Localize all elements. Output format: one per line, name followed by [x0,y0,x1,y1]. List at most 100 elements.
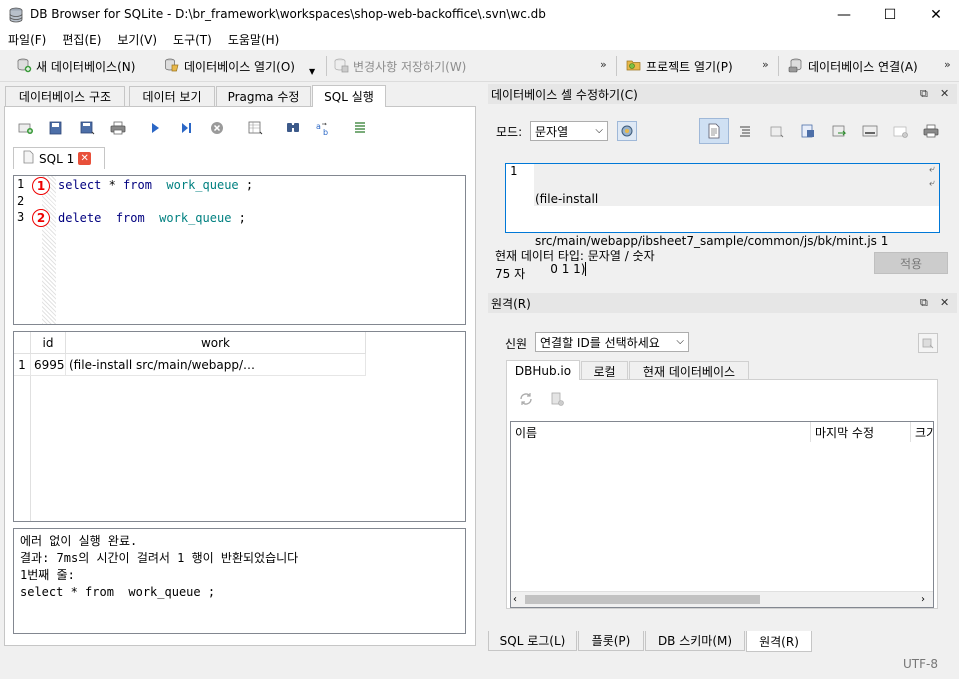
find-text-icon[interactable] [283,118,303,138]
menu-edit[interactable]: 편집(E) [54,30,109,50]
sql-terminator: ; [231,211,246,225]
open-database-label: 데이터베이스 열기(O) [184,59,295,74]
toolbar-separator [778,56,779,76]
clone-database-icon[interactable] [547,389,567,409]
toolbar-separator [326,56,327,76]
new-database-button[interactable]: 새 데이터베이스(N) [16,55,135,77]
toolbar-overflow-chevron[interactable]: » [600,58,607,71]
save-results-view-icon[interactable] [246,118,266,138]
current-data-type: 현재 데이터 타입: 문자열 / 숫자 [495,249,655,263]
tab-execute-sql[interactable]: SQL 실행 [312,85,386,107]
dock-close-icon[interactable]: ✕ [940,296,949,309]
sql-keyword: from [123,178,152,192]
execute-current-line-icon[interactable] [176,118,196,138]
sql-editor-tab[interactable]: SQL 1 ✕ [13,147,105,169]
attach-database-icon [788,57,804,76]
attach-database-label: 데이터베이스 연결(A) [808,59,918,74]
set-null-icon[interactable] [829,121,849,141]
remote-title: 원격(R) [491,296,531,311]
tab-browse-data[interactable]: 데이터 보기 [129,86,215,106]
attach-database-button[interactable]: 데이터베이스 연결(A) [788,55,918,77]
column-header-id[interactable]: id [31,332,66,354]
menu-file[interactable]: 파일(F) [0,30,54,50]
tab-database-structure[interactable]: 데이터베이스 구조 [5,86,125,106]
open-sql-file-icon[interactable] [46,118,66,138]
message-line: 결과: 7ms의 시간이 걸려서 1 행이 반환되었습니다 [20,551,299,565]
toolbar-overflow-chevron[interactable]: » [944,58,951,71]
dock-close-icon[interactable]: ✕ [940,87,949,100]
edit-cell-dock-title: 데이터베이스 셀 수정하기(C) [488,84,957,104]
row-header[interactable]: 1 [14,354,31,376]
auto-format-icon[interactable] [735,121,755,141]
stop-execution-icon[interactable] [207,118,227,138]
tab-current-database[interactable]: 현재 데이터베이스 [629,361,749,380]
open-project-button[interactable]: 프로젝트 열기(P) [626,55,733,77]
close-window-button[interactable]: ✕ [913,0,959,30]
tab-remote[interactable]: 원격(R) [746,631,812,652]
sql-keyword: select [58,178,102,192]
write-changes-button[interactable]: 변경사항 저장하기(W) [333,55,466,77]
results-grid[interactable]: id work 1 6995 (file-install src/main/we… [13,331,466,522]
sql-line-1: select * from work_queue ; [58,178,253,192]
tab-plot[interactable]: 플롯(P) [578,631,644,651]
scrollbar-thumb[interactable] [525,595,760,604]
apply-button[interactable]: 적용 [874,252,948,274]
tab-local[interactable]: 로컬 [581,361,628,380]
identity-settings-icon[interactable] [918,333,938,353]
open-database-dropdown-icon[interactable]: ▼ [309,67,315,76]
close-tab-icon[interactable]: ✕ [78,152,92,165]
find-replace-icon[interactable]: ab [313,118,333,138]
cell-text-editor[interactable]: 1 (file-install src/main/webapp/ibsheet7… [505,163,940,276]
maximize-button[interactable]: ☐ [867,0,913,30]
dock-float-icon[interactable]: ⧉ [920,87,928,101]
tab-dbhub[interactable]: DBHub.io [506,360,580,380]
column-header-last-modified[interactable]: 마지막 수정 [811,422,911,442]
main-toolbar: 새 데이터베이스(N) 데이터베이스 열기(O) ▼ 변경사항 저장하기(W) … [0,50,959,82]
open-database-button[interactable]: 데이터베이스 열기(O) ▼ [164,55,315,77]
mode-select[interactable]: 문자열 ⌵ [530,121,608,141]
write-changes-label: 변경사항 저장하기(W) [353,59,467,74]
new-database-icon [16,57,32,76]
import-icon[interactable] [767,121,787,141]
open-tab-icon[interactable] [16,118,36,138]
refresh-icon[interactable] [516,389,536,409]
clear-cell-icon[interactable] [891,121,911,141]
cell-work[interactable]: (file-install src/main/webapp/… [66,354,366,376]
horizontal-scrollbar[interactable]: ‹ › [511,591,933,607]
menu-help[interactable]: 도움말(H) [220,30,288,50]
dock-float-icon[interactable]: ⧉ [920,296,928,310]
comment-lines-icon[interactable] [350,118,370,138]
minimize-button[interactable]: — [821,0,867,30]
chevron-down-icon: ⌵ [595,125,603,136]
remote-file-list[interactable]: 이름 마지막 수정 크기 ‹ › [510,421,934,608]
execute-all-icon[interactable] [145,118,165,138]
tab-edit-pragmas[interactable]: Pragma 수정 [216,86,311,106]
sql-operator: * [101,178,124,192]
auto-switch-mode-icon[interactable] [617,121,637,141]
identity-select[interactable]: 연결할 ID를 선택하세요 ⌵ [535,332,689,352]
menu-tools[interactable]: 도구(T) [165,30,220,50]
line-number: 2 [17,194,25,208]
toolbar-overflow-chevron[interactable]: » [762,58,769,71]
sql-editor[interactable]: 1 2 3 1 2 select * from work_queue ; del… [13,175,466,325]
export-icon[interactable] [798,121,818,141]
execution-message-box[interactable]: 에러 없이 실행 완료. 결과: 7ms의 시간이 걸려서 1 행이 반환되었습… [13,528,466,634]
open-external-icon[interactable] [860,121,880,141]
save-sql-file-icon[interactable] [78,118,98,138]
scroll-right-icon[interactable]: › [921,594,925,605]
annotation-marker: 1 [32,177,50,195]
cell-id[interactable]: 6995 [31,354,66,376]
column-header-work[interactable]: work [66,332,366,354]
title-bar: DB Browser for SQLite - D:\br_framework\… [0,0,959,30]
tab-db-schema[interactable]: DB 스키마(M) [645,631,745,651]
message-line: 에러 없이 실행 완료. [20,534,138,548]
column-header-size[interactable]: 크기 [911,422,933,442]
print-cell-icon[interactable] [921,121,941,141]
line-number: 1 [17,177,25,191]
tab-sql-log[interactable]: SQL 로그(L) [488,631,577,651]
column-header-name[interactable]: 이름 [511,422,811,442]
word-wrap-toggle-icon[interactable] [699,118,729,144]
scroll-left-icon[interactable]: ‹ [513,594,517,605]
menu-view[interactable]: 보기(V) [109,30,165,50]
print-icon[interactable] [108,118,128,138]
